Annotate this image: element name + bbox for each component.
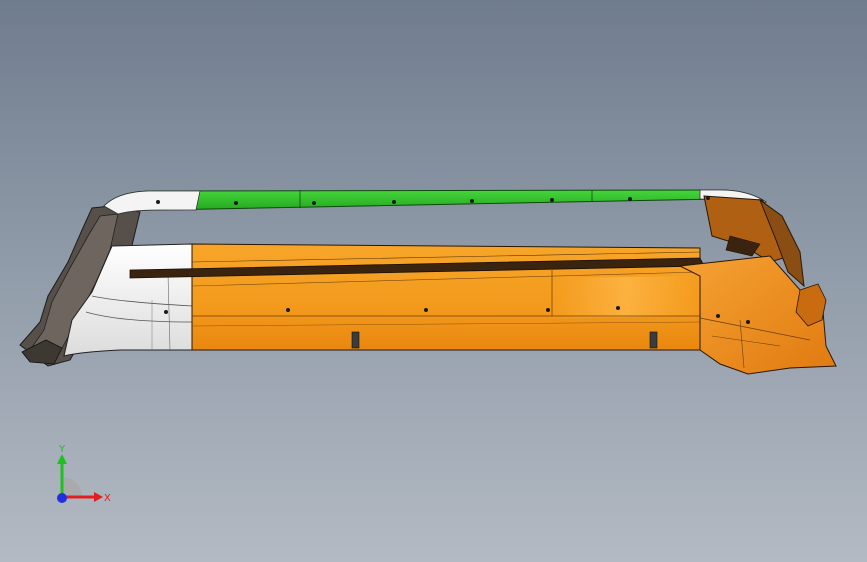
bumper-model[interactable] [0,0,867,562]
orange-main-body[interactable] [129,243,705,351]
z-axis-icon [57,493,67,503]
right-end-cap[interactable] [678,235,837,375]
x-axis-label: X [104,493,111,504]
reference-triad: Y X [40,440,120,510]
graphics-viewport[interactable]: Y X [0,0,867,562]
y-axis-label: Y [58,444,66,455]
